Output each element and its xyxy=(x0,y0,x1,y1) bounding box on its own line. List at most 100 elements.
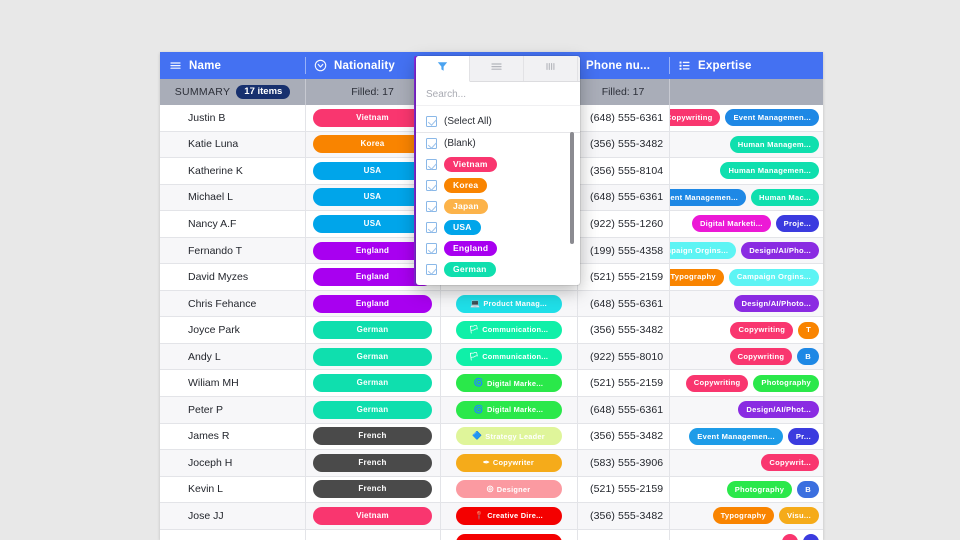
nationality-badge: German xyxy=(313,374,432,393)
checkbox-checked-icon[interactable] xyxy=(426,243,437,254)
cell-name: Joyce Park xyxy=(188,324,240,337)
cell-phone: (521) 555-2159 xyxy=(577,476,669,503)
table-row[interactable]: Jose JJ Vietnam 📍 Creative Dire... (356) 555… xyxy=(160,503,823,530)
job-emoji-icon: 🏳 xyxy=(468,351,480,361)
cell-job-title: 🔷 Strategy Leader xyxy=(440,423,577,450)
cell-nationality: French xyxy=(305,476,440,503)
filter-option[interactable]: (Blank) xyxy=(416,133,580,154)
cell-expertise: Digital Marketi... Proje... xyxy=(669,211,823,237)
tab-filter[interactable] xyxy=(416,56,470,82)
job-title-label: Product Manag... xyxy=(483,298,547,308)
job-title-badge: 🌀 Digital Marke... xyxy=(455,374,562,393)
cell-nationality xyxy=(305,529,440,540)
filter-options-list[interactable]: (Select All) (Blank) Vietnam Korea Japan USA E… xyxy=(416,106,580,285)
column-header-phone[interactable]: Phone nu... xyxy=(577,52,669,79)
job-title-label: Copywriter xyxy=(492,458,535,468)
cell-expertise: Human Managemen... xyxy=(669,158,823,184)
nationality-badge: French xyxy=(313,453,432,472)
table-row[interactable]: Joceph H French ✒ Copywriter (583) 555-3906 C… xyxy=(160,450,823,477)
checkbox-checked-icon[interactable] xyxy=(426,201,437,212)
job-emoji-icon: ◎ xyxy=(486,484,494,494)
cell-expertise xyxy=(669,529,823,540)
cell-phone: (356) 555-8104 xyxy=(577,158,669,184)
filter-option[interactable]: England xyxy=(416,238,580,259)
expertise-tag: Copywriting xyxy=(669,109,721,127)
expertise-tag: Design/AI/Phot... xyxy=(738,401,819,419)
filter-option-badge: Vietnam xyxy=(444,157,497,172)
summary-count-cell: SUMMARY 17 items xyxy=(160,79,305,105)
expertise-tag: Copywriting xyxy=(730,321,794,339)
summary-expertise-cell xyxy=(669,79,823,105)
filter-option[interactable]: Vietnam xyxy=(416,154,580,175)
expertise-tag: Event Managemen... xyxy=(689,427,783,445)
job-title-label: Communication... xyxy=(482,325,549,335)
table-row[interactable]: Chris Fehance England 💻 Product Manag... (64… xyxy=(160,290,823,318)
checkbox-checked-icon[interactable] xyxy=(426,159,437,170)
column-header-nationality-label: Nationality xyxy=(334,59,395,72)
filter-option-badge: England xyxy=(444,241,498,256)
job-title-badge: 🔷 Strategy Leader xyxy=(455,427,562,446)
filter-option[interactable]: Korea xyxy=(416,175,580,196)
column-header-name[interactable]: Name xyxy=(160,52,305,79)
filter-search-input[interactable]: Search... xyxy=(416,82,580,106)
cell-expertise: Design/AI/Photo... xyxy=(669,290,823,317)
job-title-badge: 🌀 Digital Marke... xyxy=(455,400,562,419)
tab-sort[interactable] xyxy=(470,56,524,81)
cell-job-title: ◎ Designer xyxy=(440,476,577,503)
expertise-tag: Copywriting xyxy=(729,348,793,366)
checkbox-checked-icon[interactable] xyxy=(426,264,437,275)
cell-name: Jose JJ xyxy=(188,509,224,522)
checkbox-checked-icon[interactable] xyxy=(426,115,437,127)
checkbox-checked-icon[interactable] xyxy=(426,180,437,191)
checkbox-checked-icon[interactable] xyxy=(426,138,437,149)
cell-phone: (521) 555-2159 xyxy=(577,370,669,396)
cell-nationality: England xyxy=(305,290,440,317)
cell-job-title xyxy=(440,529,577,540)
filter-option[interactable]: Japan xyxy=(416,196,580,217)
checkbox-checked-icon[interactable] xyxy=(426,222,437,233)
column-filter-popup[interactable]: Search... (Select All) (Blank) Vietnam Kore… xyxy=(416,56,580,285)
nationality-badge: German xyxy=(313,400,432,419)
expertise-tag: Campaign Orgins... xyxy=(728,268,819,286)
expertise-tag: Copywrit... xyxy=(761,454,819,472)
cell-phone: (648) 555-6361 xyxy=(577,290,669,317)
job-title-badge: 🏳 Communication... xyxy=(455,347,562,366)
column-header-expertise[interactable]: Expertise xyxy=(669,52,823,79)
table-row[interactable]: Wiliam MH German 🌀 Digital Marke... (521) 55… xyxy=(160,370,823,398)
sort-lines-icon xyxy=(490,60,503,78)
filter-option[interactable]: German xyxy=(416,259,580,280)
cell-name: Andy L xyxy=(188,350,221,363)
cell-name: Chris Fehance xyxy=(188,297,257,310)
tab-columns[interactable] xyxy=(524,56,578,81)
expertise-tag: Copywriting xyxy=(685,374,749,392)
filter-option-badge: German xyxy=(444,262,496,277)
table-row[interactable]: Joyce Park German 🏳 Communication... (356) 5… xyxy=(160,317,823,344)
expertise-tag: Photography xyxy=(726,480,793,498)
table-row[interactable]: Peter P German 🌀 Digital Marke... (648) 555-… xyxy=(160,397,823,424)
filter-option[interactable]: (Select All) xyxy=(416,110,580,133)
table-row[interactable] xyxy=(160,529,823,540)
column-header-expertise-label: Expertise xyxy=(698,59,752,72)
expertise-tag: Human Managemen... xyxy=(720,162,819,180)
expertise-tag: Event Managemen... xyxy=(669,188,747,206)
cell-expertise: Human Managem... xyxy=(669,131,823,158)
filter-list-scrollbar[interactable] xyxy=(570,132,574,244)
job-emoji-icon: 🌀 xyxy=(473,378,485,388)
cell-nationality: German xyxy=(305,370,440,396)
cell-nationality: French xyxy=(305,423,440,450)
cell-phone: (356) 555-3482 xyxy=(577,423,669,450)
summary-label: SUMMARY xyxy=(174,86,231,98)
expertise-tag: B xyxy=(797,348,819,366)
expertise-tag: Campaign Orgins... xyxy=(669,242,737,259)
cell-name: James R xyxy=(188,430,230,443)
table-row[interactable]: Andy L German 🏳 Communication... (922) 555-8… xyxy=(160,343,823,371)
job-emoji-icon: 🔷 xyxy=(472,431,483,441)
expertise-tag xyxy=(782,534,798,540)
table-row[interactable]: Kevin L French ◎ Designer (521) 555-2159 Phot… xyxy=(160,476,823,504)
cell-nationality: German xyxy=(305,397,440,423)
table-row[interactable]: James R French 🔷 Strategy Leader (356) 555-3… xyxy=(160,423,823,451)
cell-job-title: 🏳 Communication... xyxy=(440,343,577,370)
filter-option[interactable]: USA xyxy=(416,217,580,238)
cell-name: Katie Luna xyxy=(188,138,239,151)
nationality-badge: German xyxy=(313,347,432,366)
